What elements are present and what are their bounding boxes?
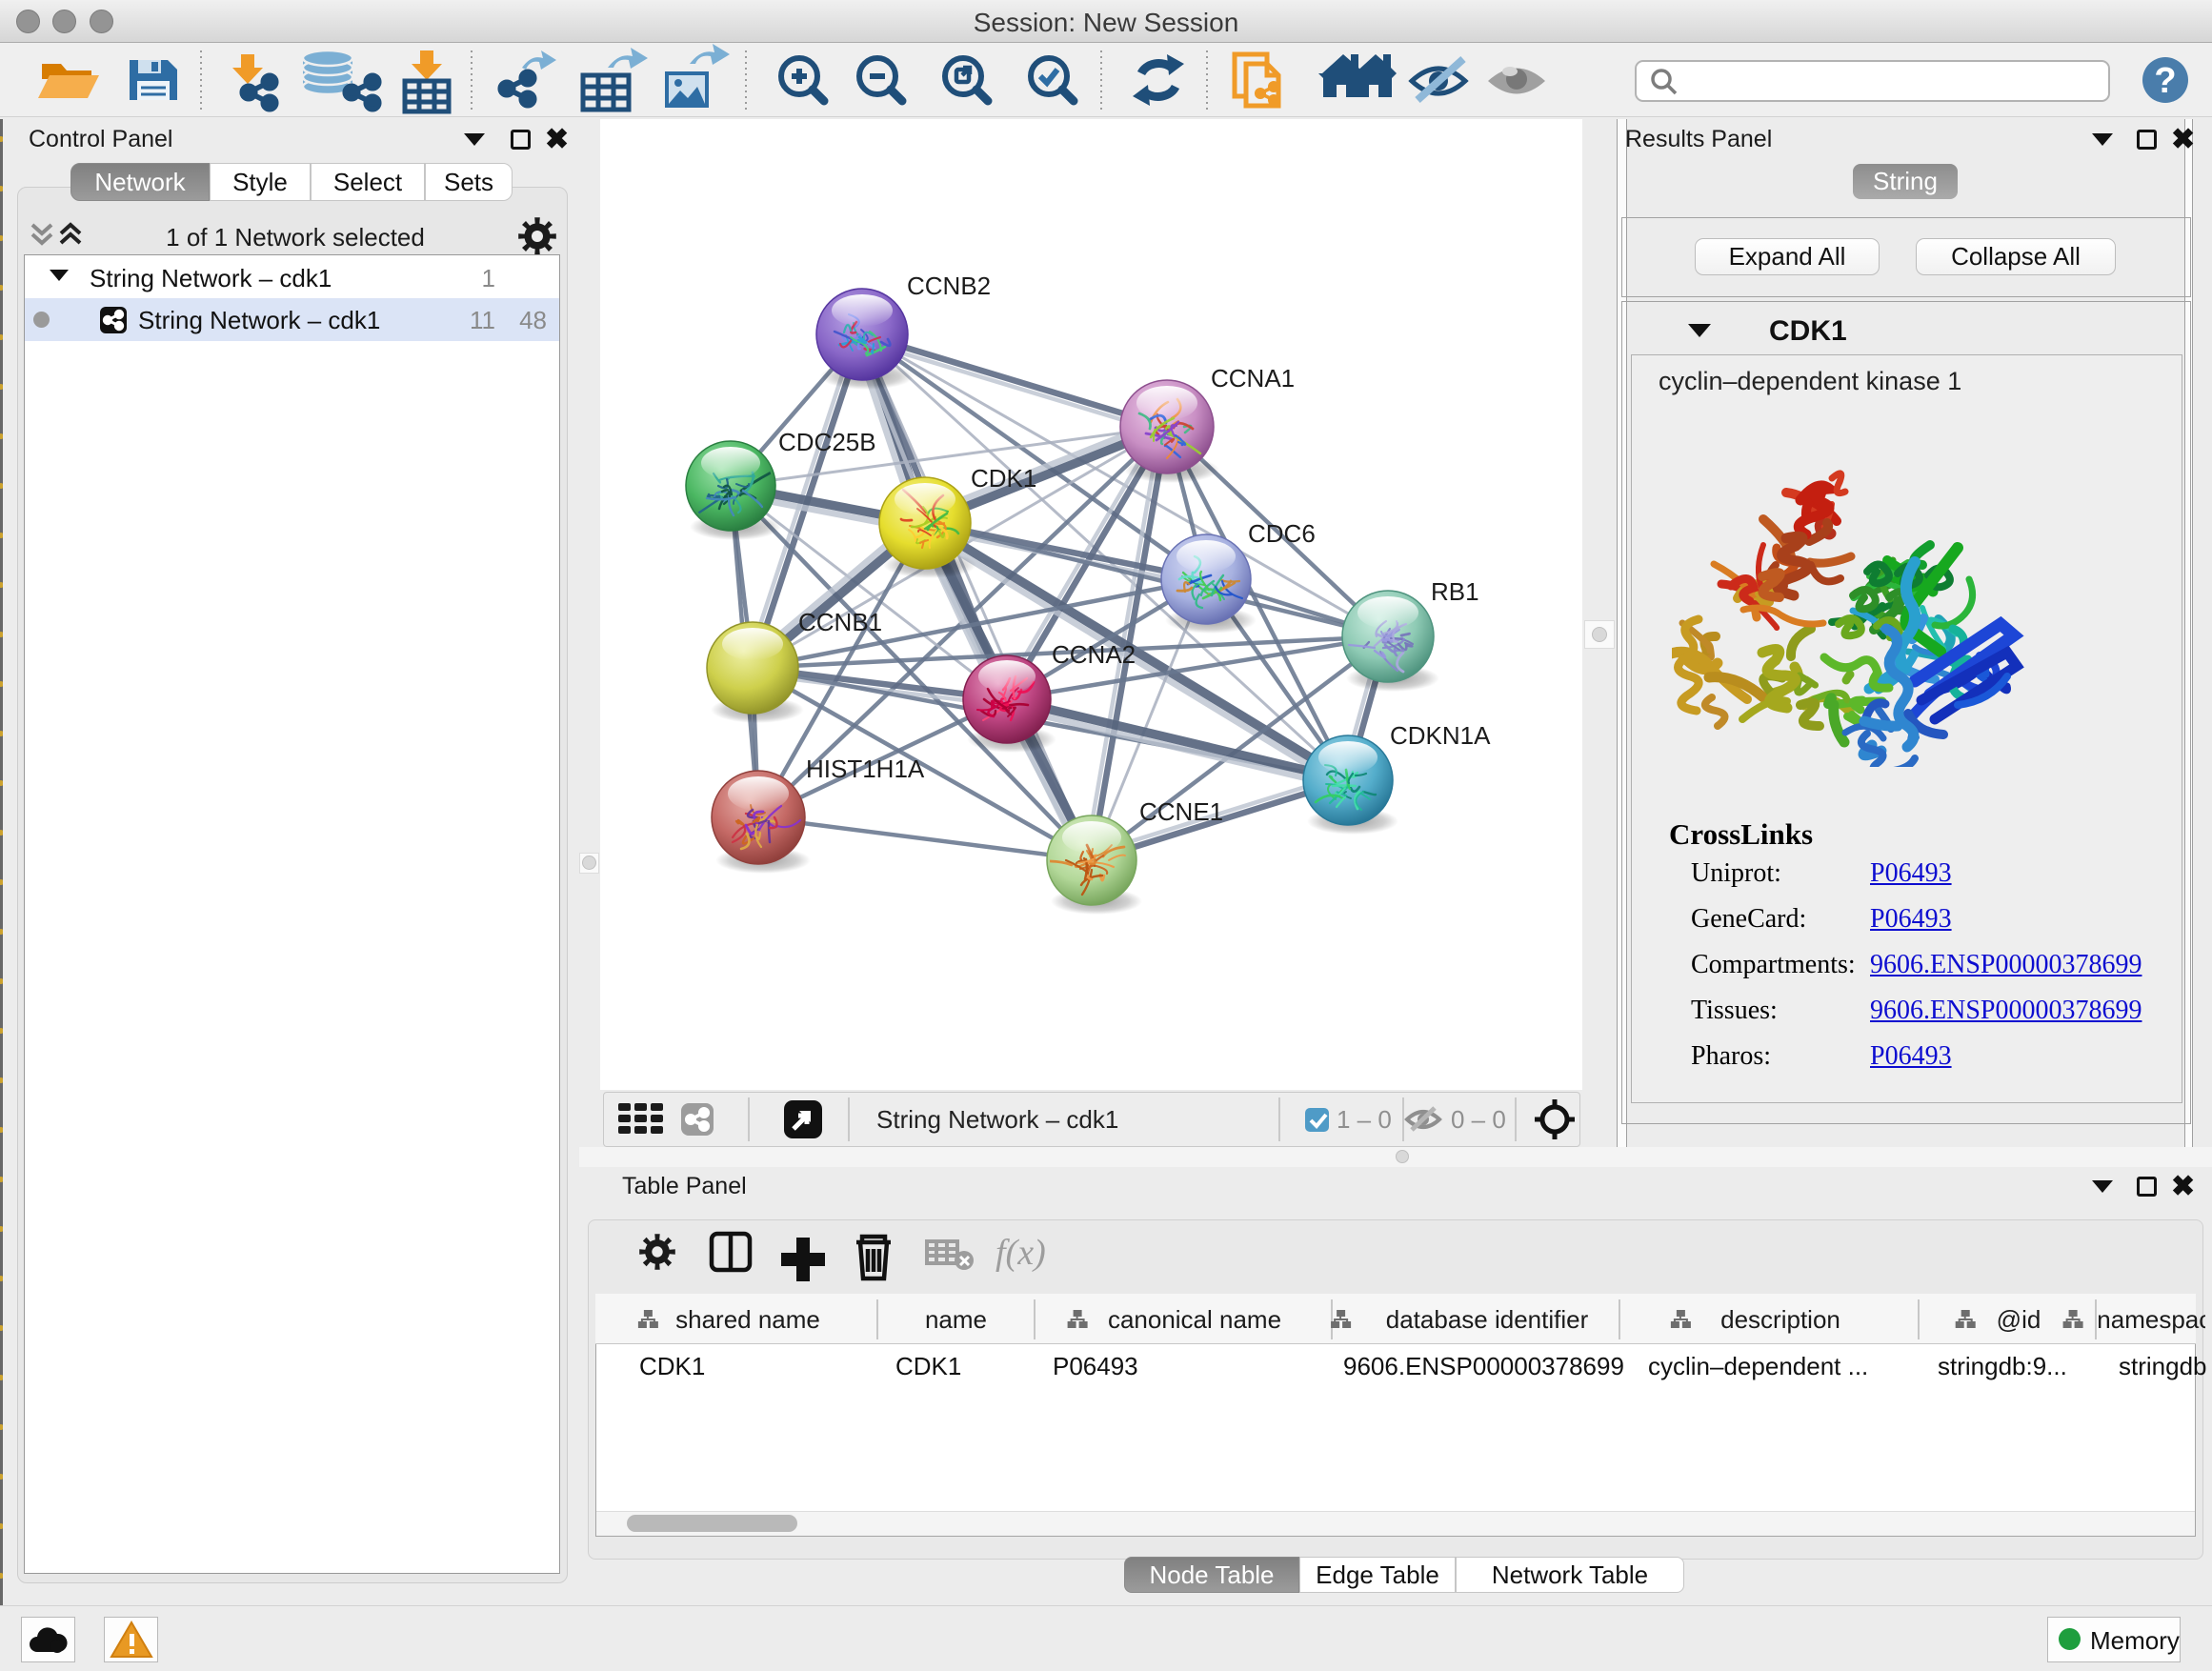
svg-text:0 – 0: 0 – 0 [1451,1105,1506,1134]
svg-text:HIST1H1A: HIST1H1A [806,755,925,783]
svg-text:name: name [925,1305,987,1334]
svg-text:CDKN1A: CDKN1A [1390,721,1491,750]
svg-text:canonical name: canonical name [1108,1305,1281,1334]
svg-text:CCNB1: CCNB1 [798,608,882,636]
svg-text:CDK1: CDK1 [971,464,1036,493]
svg-text:CDC25B: CDC25B [778,428,876,456]
svg-text:database identifier: database identifier [1386,1305,1589,1334]
svg-text:?: ? [2154,61,2176,101]
svg-text:CCNA1: CCNA1 [1211,364,1295,393]
svg-text:1 – 0: 1 – 0 [1337,1105,1392,1134]
svg-text:String Network – cdk1: String Network – cdk1 [876,1105,1118,1134]
svg-text:CDC6: CDC6 [1248,519,1316,548]
svg-text:namespace: namespace [2097,1305,2205,1334]
svg-text:CCNA2: CCNA2 [1052,640,1136,669]
svg-text:f(x): f(x) [995,1233,1046,1273]
svg-text:CCNB2: CCNB2 [907,272,991,300]
svg-text:RB1: RB1 [1431,577,1479,606]
svg-text:CCNE1: CCNE1 [1139,797,1223,826]
svg-text:description: description [1720,1305,1840,1334]
svg-text:shared name: shared name [675,1305,820,1334]
svg-text:@id: @id [1997,1305,2041,1334]
